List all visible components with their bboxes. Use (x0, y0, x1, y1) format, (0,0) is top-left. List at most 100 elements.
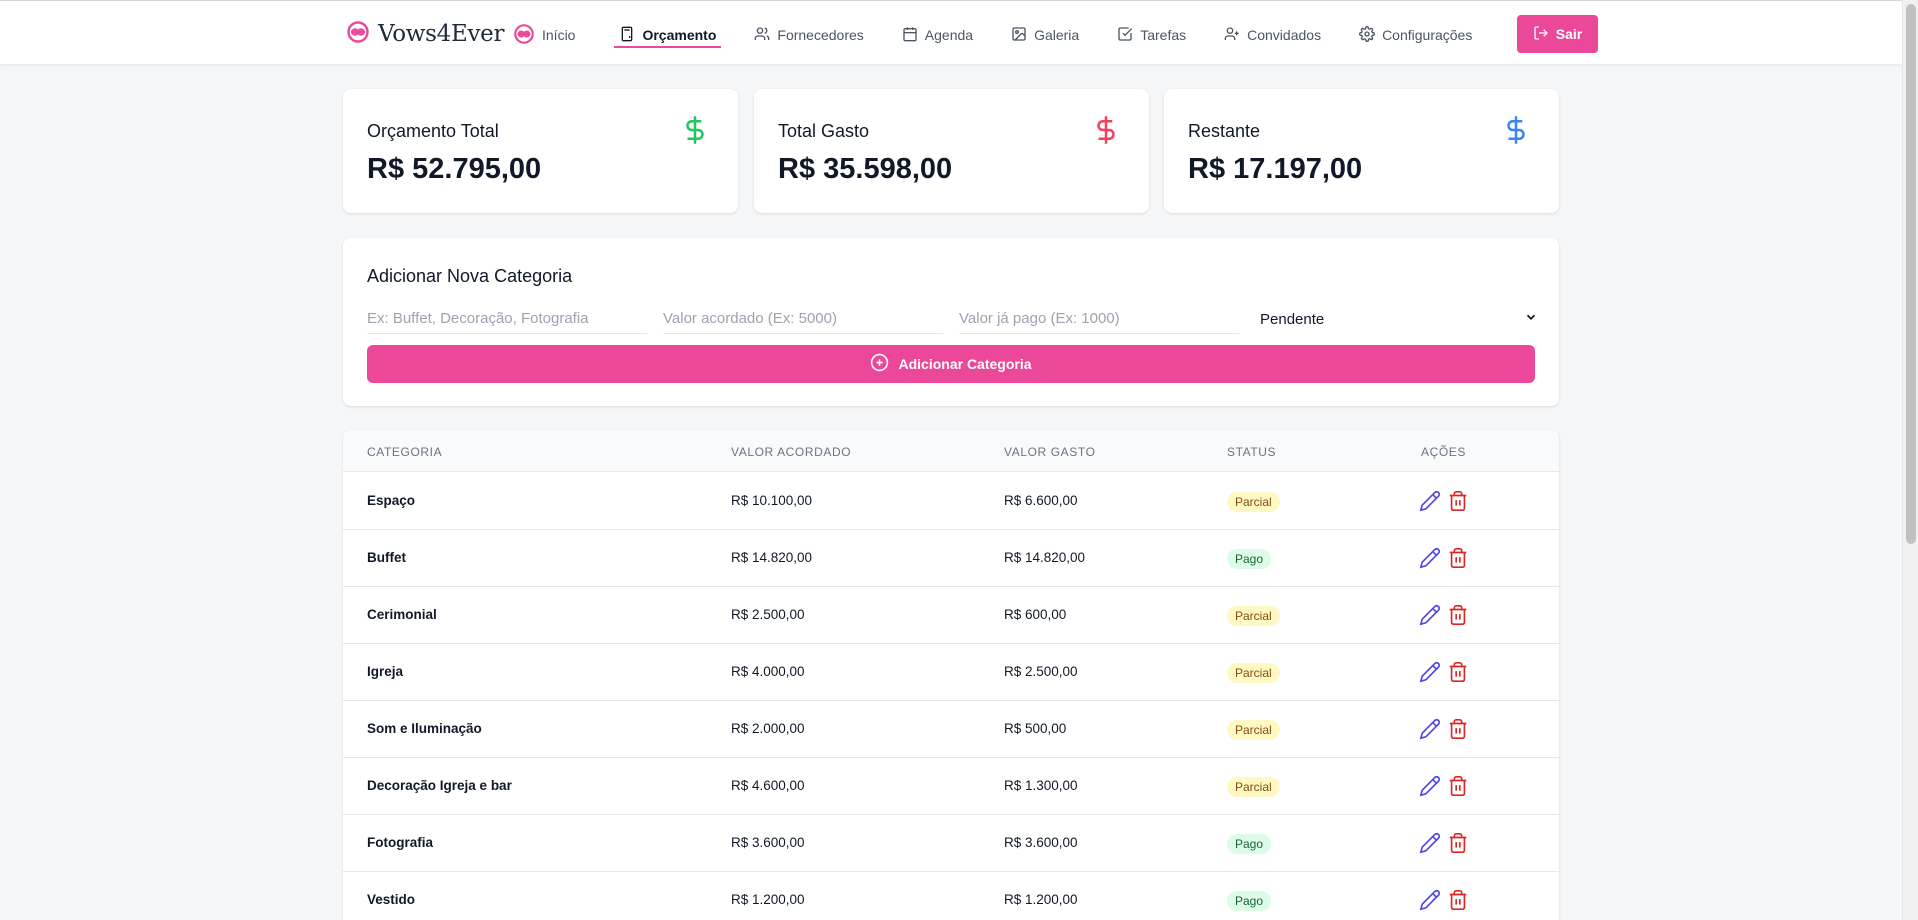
stat-card-budget-total: Orçamento Total R$ 52.795,00 (343, 89, 738, 213)
edit-pencil-icon[interactable] (1419, 490, 1441, 512)
top-navbar: Vows4Ever Início Orçamento Fornecedores … (0, 0, 1902, 64)
nav-label: Galeria (1034, 27, 1080, 43)
status-badge: Parcial (1227, 720, 1280, 740)
cell-spent: R$ 500,00 (1004, 721, 1067, 736)
table-row: Igreja R$ 4.000,00 R$ 2.500,00 Parcial (343, 644, 1559, 701)
table-header: CATEGORIA VALOR ACORDADO VALOR GASTO STA… (343, 430, 1559, 472)
nav-label: Tarefas (1140, 27, 1187, 43)
dollar-icon (680, 115, 710, 145)
nav-item-galeria[interactable]: Galeria (1008, 21, 1082, 49)
table-row: Som e Iluminação R$ 2.000,00 R$ 500,00 P… (343, 701, 1559, 758)
nav-item-configuracoes[interactable]: Configurações (1356, 21, 1475, 49)
status-badge: Parcial (1227, 606, 1280, 626)
nav-label: Orçamento (642, 27, 717, 43)
category-name-input[interactable] (367, 304, 647, 334)
stat-label: Total Gasto (778, 121, 870, 141)
stat-value: R$ 52.795,00 (367, 153, 542, 185)
edit-pencil-icon[interactable] (1419, 547, 1441, 569)
status-badge: Parcial (1227, 777, 1280, 797)
delete-trash-icon[interactable] (1447, 718, 1469, 740)
nav-label: Convidados (1247, 27, 1322, 43)
status-select-value: Pendente (1260, 310, 1325, 328)
calendar-icon (902, 26, 918, 45)
stat-value: R$ 35.598,00 (778, 153, 953, 185)
cell-agreed: R$ 1.200,00 (731, 892, 805, 907)
cell-category: Cerimonial (367, 607, 437, 622)
cell-agreed: R$ 14.820,00 (731, 550, 813, 565)
status-select[interactable]: Pendente (1258, 304, 1538, 334)
delete-trash-icon[interactable] (1447, 889, 1469, 911)
dollar-icon (1091, 115, 1121, 145)
table-row: Espaço R$ 10.100,00 R$ 6.600,00 Parcial (343, 473, 1559, 530)
cell-category: Espaço (367, 493, 416, 508)
plus-circle-icon (870, 353, 889, 375)
scrollbar-thumb[interactable] (1906, 4, 1916, 544)
stat-label: Orçamento Total (367, 121, 499, 141)
dollar-icon (1501, 115, 1531, 145)
edit-pencil-icon[interactable] (1419, 604, 1441, 626)
cell-spent: R$ 14.820,00 (1004, 550, 1086, 565)
stat-card-total-spent: Total Gasto R$ 35.598,00 (754, 89, 1149, 213)
nav-item-orcamento[interactable]: Orçamento (614, 21, 722, 49)
user-plus-icon (1224, 26, 1240, 45)
status-badge: Parcial (1227, 663, 1280, 683)
logout-label: Sair (1555, 26, 1583, 42)
status-badge: Pago (1227, 891, 1272, 911)
nav-label: Configurações (1382, 27, 1473, 43)
agreed-value-input[interactable] (663, 304, 943, 334)
cell-agreed: R$ 4.600,00 (731, 778, 805, 793)
nav-label: Fornecedores (777, 27, 864, 43)
nav-item-agenda[interactable]: Agenda (899, 21, 976, 49)
delete-trash-icon[interactable] (1447, 661, 1469, 683)
status-badge: Pago (1227, 549, 1272, 569)
delete-trash-icon[interactable] (1447, 604, 1469, 626)
cell-agreed: R$ 2.000,00 (731, 721, 805, 736)
status-badge: Parcial (1227, 492, 1280, 512)
stat-card-remaining: Restante R$ 17.197,00 (1164, 89, 1559, 213)
budget-table: CATEGORIA VALOR ACORDADO VALOR GASTO STA… (343, 430, 1559, 920)
nav-item-inicio[interactable]: Início (510, 21, 578, 49)
add-category-card: Adicionar Nova Categoria Pendente Adicio… (343, 238, 1559, 406)
status-badge: Pago (1227, 834, 1272, 854)
users-icon (754, 26, 770, 45)
cell-spent: R$ 1.200,00 (1004, 892, 1078, 907)
chevron-down-icon (1524, 310, 1538, 328)
brand[interactable]: Vows4Ever (346, 19, 504, 49)
cell-agreed: R$ 3.600,00 (731, 835, 805, 850)
stat-value: R$ 17.197,00 (1188, 153, 1363, 185)
heart-rings-icon (513, 23, 535, 48)
image-icon (1011, 26, 1027, 45)
table-row: Decoração Igreja e bar R$ 4.600,00 R$ 1.… (343, 758, 1559, 815)
delete-trash-icon[interactable] (1447, 490, 1469, 512)
edit-pencil-icon[interactable] (1419, 832, 1441, 854)
edit-pencil-icon[interactable] (1419, 661, 1441, 683)
delete-trash-icon[interactable] (1447, 775, 1469, 797)
nav-item-convidados[interactable]: Convidados (1221, 21, 1324, 49)
nav-item-fornecedores[interactable]: Fornecedores (751, 21, 866, 49)
cell-category: Vestido (367, 892, 416, 907)
logout-button[interactable]: Sair (1517, 15, 1598, 53)
add-category-label: Adicionar Categoria (898, 356, 1032, 372)
cell-spent: R$ 3.600,00 (1004, 835, 1078, 850)
main-nav: Início Orçamento Fornecedores Agenda Gal… (510, 21, 1507, 49)
edit-pencil-icon[interactable] (1419, 889, 1441, 911)
edit-pencil-icon[interactable] (1419, 718, 1441, 740)
header-actions: AÇÕES (1421, 445, 1467, 459)
delete-trash-icon[interactable] (1447, 832, 1469, 854)
cell-category: Igreja (367, 664, 404, 679)
gear-icon (1359, 25, 1375, 45)
add-category-button[interactable]: Adicionar Categoria (367, 345, 1535, 383)
nav-label: Início (542, 27, 576, 43)
checkbox-icon (1117, 26, 1133, 45)
cell-spent: R$ 6.600,00 (1004, 493, 1078, 508)
cell-category: Decoração Igreja e bar (367, 778, 512, 793)
page-scrollbar[interactable] (1902, 0, 1918, 920)
nav-item-tarefas[interactable]: Tarefas (1114, 21, 1189, 49)
delete-trash-icon[interactable] (1447, 547, 1469, 569)
header-category: CATEGORIA (367, 445, 443, 459)
calculator-icon (619, 26, 635, 45)
edit-pencil-icon[interactable] (1419, 775, 1441, 797)
cell-spent: R$ 1.300,00 (1004, 778, 1078, 793)
paid-value-input[interactable] (959, 304, 1239, 334)
header-status: STATUS (1227, 445, 1277, 459)
